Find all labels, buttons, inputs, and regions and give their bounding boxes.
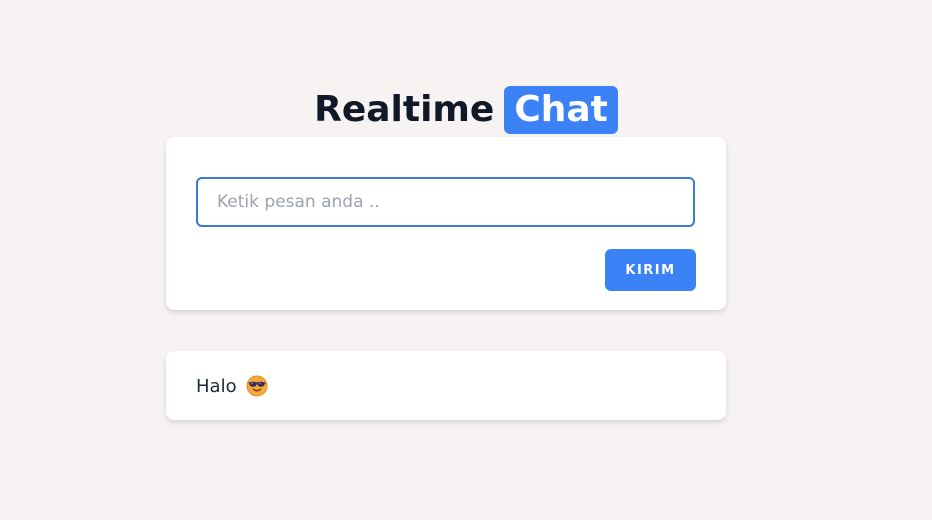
message-input[interactable] [196, 177, 695, 227]
smiling-face-with-sunglasses-icon [246, 375, 268, 397]
compose-card: KIRIM [166, 137, 726, 310]
message-item: Halo [196, 373, 268, 399]
title-text: Realtime [314, 89, 495, 131]
page-title: Realtime Chat [0, 82, 932, 137]
title-highlight-badge: Chat [504, 86, 618, 135]
message-text: Halo [196, 375, 237, 397]
message-card: Halo [166, 351, 726, 420]
send-button[interactable]: KIRIM [605, 249, 696, 291]
